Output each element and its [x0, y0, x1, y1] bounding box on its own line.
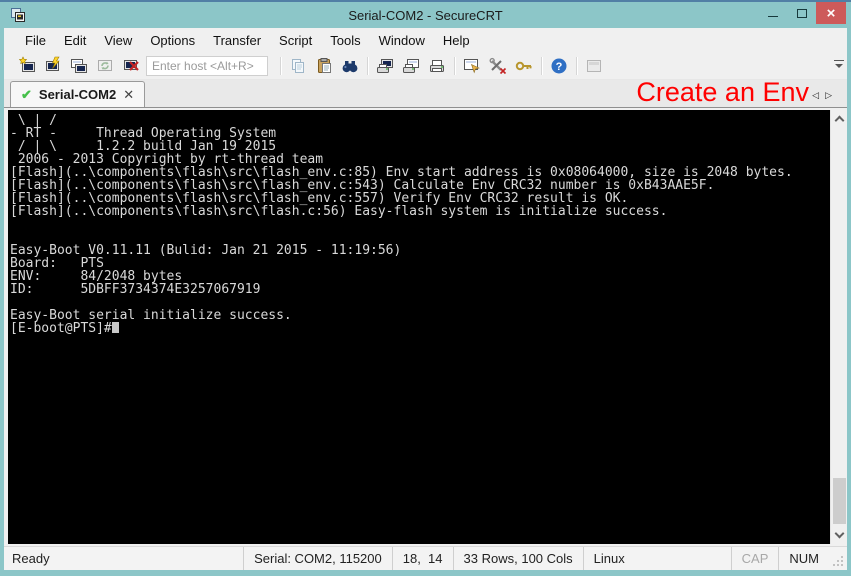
connect-in-tab-button[interactable] [66, 54, 92, 78]
terminal-prompt: [E-boot@PTS]# [10, 321, 112, 336]
menu-script[interactable]: Script [270, 28, 321, 53]
global-options-button[interactable] [485, 54, 511, 78]
copy-icon [288, 56, 308, 76]
title-bar: Serial-COM2 - SecureCRT × [0, 0, 851, 28]
svg-text:?: ? [556, 61, 563, 73]
print-icon [427, 56, 447, 76]
resize-grip-icon [833, 556, 844, 567]
status-caps-lock: CAP [731, 547, 779, 570]
minimize-icon [768, 16, 778, 17]
close-icon: × [827, 5, 836, 22]
status-num-lock: NUM [778, 547, 829, 570]
annotation-create-an-env: Create an Env [636, 78, 809, 106]
menu-options[interactable]: Options [141, 28, 204, 53]
connect-dialog-icon [17, 56, 37, 76]
terminal-cursor [112, 322, 119, 333]
toolbar-overflow-icon [834, 60, 844, 61]
paste-icon [314, 56, 334, 76]
status-emulation: Linux [583, 547, 731, 570]
connect-dialog-button[interactable] [14, 54, 40, 78]
tab-scroll-right-icon[interactable]: ▷ [825, 91, 832, 100]
vertical-scrollbar[interactable] [830, 110, 847, 544]
menu-file[interactable]: File [16, 28, 55, 53]
tab-label: Serial-COM2 [39, 87, 116, 102]
find-icon [340, 56, 360, 76]
resize-grip[interactable] [829, 547, 847, 570]
session-options-button[interactable] [459, 54, 485, 78]
reconnect-button[interactable] [92, 54, 118, 78]
status-ready: Ready [4, 547, 243, 570]
status-serial: Serial: COM2, 115200 [243, 547, 392, 570]
minimize-button[interactable] [758, 2, 787, 24]
keygen-button[interactable] [511, 54, 537, 78]
maximize-button[interactable] [787, 2, 816, 24]
auto-print-button[interactable] [398, 54, 424, 78]
app-icon [10, 7, 26, 23]
terminal-prompt-line: [E-boot@PTS]# [10, 322, 830, 335]
status-bar: Ready Serial: COM2, 115200 18, 14 33 Row… [4, 546, 847, 570]
tab-close-icon[interactable]: ✕ [123, 87, 134, 103]
status-cursor-position: 18, 14 [392, 547, 453, 570]
menu-help[interactable]: Help [434, 28, 479, 53]
web-help-button[interactable] [581, 54, 607, 78]
keygen-icon [514, 56, 534, 76]
print-button[interactable] [424, 54, 450, 78]
menu-window[interactable]: Window [370, 28, 434, 53]
paste-button[interactable] [311, 54, 337, 78]
print-session-icon [375, 56, 395, 76]
quick-connect-button[interactable] [40, 54, 66, 78]
help-button[interactable]: ? [546, 54, 572, 78]
tab-scroll-left-icon[interactable]: ◁ [812, 91, 819, 100]
tab-serial-com2[interactable]: ✔ Serial-COM2 ✕ [10, 81, 145, 107]
toolbar-separator [454, 57, 455, 75]
global-options-icon [488, 56, 508, 76]
securecrt-window: Serial-COM2 - SecureCRT × File Edit View… [0, 0, 851, 576]
toolbar-separator [576, 57, 577, 75]
toolbar: ? [4, 53, 847, 80]
find-button[interactable] [337, 54, 363, 78]
terminal-area: \ | / - RT - Thread Operating System / |… [4, 108, 847, 546]
menu-transfer[interactable]: Transfer [204, 28, 270, 53]
menu-bar: File Edit View Options Transfer Script T… [4, 28, 847, 53]
toolbar-separator [541, 57, 542, 75]
maximize-icon [797, 9, 807, 18]
scroll-down-icon[interactable] [834, 529, 844, 539]
scroll-up-icon[interactable] [834, 116, 844, 126]
print-session-button[interactable] [372, 54, 398, 78]
window-title: Serial-COM2 - SecureCRT [0, 2, 851, 28]
disconnect-icon [121, 56, 141, 76]
auto-print-icon [401, 56, 421, 76]
status-grid-size: 33 Rows, 100 Cols [453, 547, 583, 570]
menu-tools[interactable]: Tools [321, 28, 369, 53]
session-options-icon [462, 56, 482, 76]
help-icon: ? [549, 56, 569, 76]
toolbar-separator [367, 57, 368, 75]
toolbar-overflow-button[interactable] [834, 60, 844, 68]
menu-edit[interactable]: Edit [55, 28, 95, 53]
toolbar-separator [280, 57, 281, 75]
terminal[interactable]: \ | / - RT - Thread Operating System / |… [8, 110, 830, 544]
menu-view[interactable]: View [95, 28, 141, 53]
close-button[interactable]: × [816, 2, 846, 24]
host-input[interactable] [146, 56, 268, 76]
copy-button[interactable] [285, 54, 311, 78]
terminal-output: \ | / - RT - Thread Operating System / |… [10, 114, 830, 322]
connect-in-tab-icon [69, 56, 89, 76]
connected-check-icon: ✔ [21, 87, 32, 103]
reconnect-icon [95, 56, 115, 76]
scrollbar-thumb[interactable] [833, 478, 846, 524]
disconnect-button[interactable] [118, 54, 144, 78]
quick-connect-icon [43, 56, 63, 76]
web-help-icon [584, 56, 604, 76]
